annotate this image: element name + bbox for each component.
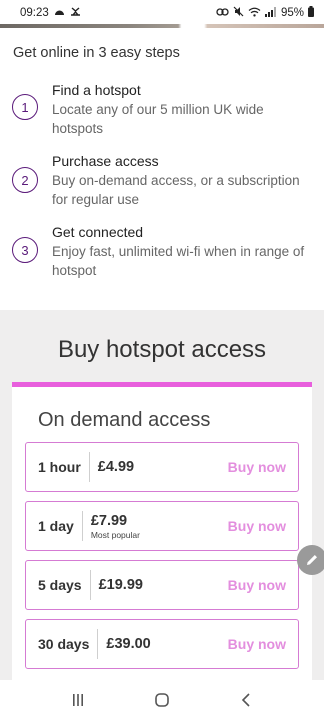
option-duration: 30 days [38, 636, 90, 652]
steps-title: Get online in 3 easy steps [13, 45, 180, 61]
status-time: 09:23 [20, 7, 49, 19]
option-price: £39.00 [106, 635, 151, 652]
system-nav-bar [0, 680, 324, 720]
option-30-days[interactable]: 30 days £39.00 Buy now [25, 619, 299, 669]
option-duration: 1 hour [38, 459, 81, 475]
option-price: £19.99 [98, 576, 143, 593]
option-1-hour[interactable]: 1 hour £4.99 Buy now [25, 442, 299, 492]
buy-section: Buy hotspot access On demand access 1 ho… [0, 310, 324, 682]
step-number-badge: 1 [12, 94, 38, 120]
link-icon [216, 7, 229, 20]
card-title: On demand access [38, 409, 211, 431]
step-title: Purchase access [52, 153, 159, 169]
home-button[interactable] [142, 686, 182, 714]
buy-now-button[interactable]: Buy now [228, 518, 298, 534]
app-notification-icon [70, 6, 81, 20]
pencil-icon [307, 555, 317, 565]
step-number-badge: 3 [12, 237, 38, 263]
home-icon [155, 693, 169, 707]
step-description: Enjoy fast, unlimited wi-fi when in rang… [52, 244, 305, 278]
option-5-days[interactable]: 5 days £19.99 Buy now [25, 560, 299, 610]
status-bar: 09:23 95% [0, 0, 324, 26]
steps-section: Get online in 3 easy steps 1 Find a hots… [0, 28, 324, 310]
option-price: £4.99 [97, 458, 135, 475]
battery-percent: 95% [280, 7, 304, 19]
step-title: Find a hotspot [52, 82, 141, 98]
most-popular-label: Most popular [90, 529, 140, 540]
step-number-badge: 2 [12, 167, 38, 193]
on-demand-card: On demand access 1 hour £4.99 Buy now 1 … [12, 382, 312, 682]
option-1-day[interactable]: 1 day £7.99 Most popular Buy now [25, 501, 299, 551]
back-chevron-icon [241, 693, 250, 707]
recents-icon [73, 694, 83, 706]
step-description: Locate any of our 5 million UK wide hots… [52, 102, 264, 136]
buy-now-button[interactable]: Buy now [228, 577, 298, 593]
wifi-icon [248, 7, 261, 20]
option-duration: 1 day [38, 518, 74, 534]
buy-now-button[interactable]: Buy now [228, 459, 298, 475]
step-description: Buy on-demand access, or a subscription … [52, 173, 300, 207]
edit-floating-button[interactable] [297, 545, 324, 575]
battery-icon [308, 6, 314, 20]
signal-icon [264, 6, 277, 20]
option-price: £7.99 [90, 512, 128, 529]
notification-icon [54, 6, 65, 20]
step-title: Get connected [52, 224, 144, 240]
back-button[interactable] [226, 686, 266, 714]
buy-section-title: Buy hotspot access [57, 336, 267, 363]
mute-icon [233, 6, 244, 20]
buy-now-button[interactable]: Buy now [228, 636, 298, 652]
option-duration: 5 days [38, 577, 82, 593]
recent-apps-button[interactable] [58, 686, 98, 714]
